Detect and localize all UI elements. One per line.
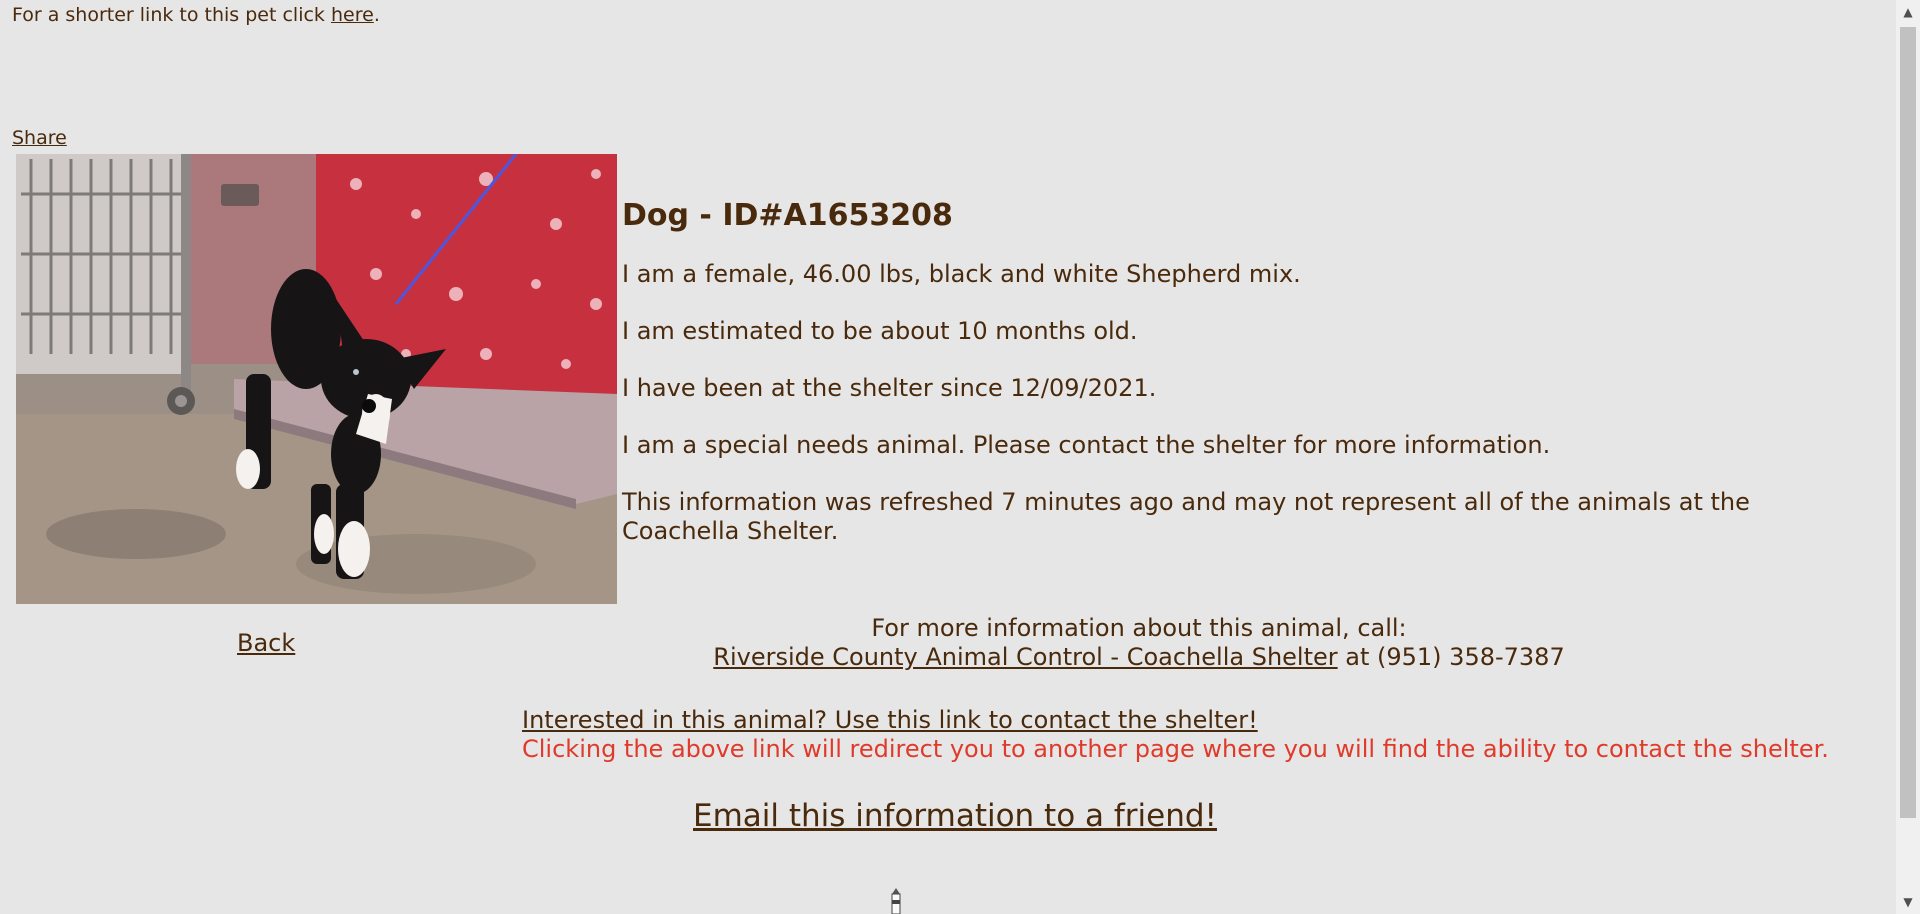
vertical-scrollbar[interactable]: ▲ ▼: [1896, 0, 1920, 914]
call-line: Riverside County Animal Control - Coache…: [713, 643, 1564, 672]
shortlink-text: For a shorter link to this pet click her…: [12, 4, 380, 26]
scrollbar-thumb[interactable]: [1900, 27, 1916, 818]
share-link[interactable]: Share: [12, 127, 67, 149]
shortlink-prefix: For a shorter link to this pet click: [12, 4, 331, 26]
detail-special-needs: I am a special needs animal. Please cont…: [622, 431, 1551, 459]
detail-refresh-note: This information was refreshed 7 minutes…: [622, 488, 1750, 545]
email-friend-link[interactable]: Email this information to a friend!: [693, 798, 1217, 834]
contact-shelter-link[interactable]: Interested in this animal? Use this link…: [522, 706, 1258, 734]
contact-redirect-note: Clicking the above link will redirect yo…: [522, 735, 1829, 763]
dog-photo-image: [16, 154, 617, 604]
shortlink-link[interactable]: here: [331, 4, 374, 26]
detail-age: I am estimated to be about 10 months old…: [622, 317, 1138, 345]
chevron-up-icon[interactable]: ▲: [1896, 0, 1920, 24]
detail-shelter-since: I have been at the shelter since 12/09/2…: [622, 374, 1157, 402]
call-heading: For more information about this animal, …: [871, 614, 1407, 642]
lighthouse-icon: [891, 888, 901, 914]
contact-section: Interested in this animal? Use this link…: [522, 706, 1829, 764]
shortlink-suffix: .: [373, 4, 380, 26]
shelter-link[interactable]: Riverside County Animal Control - Coache…: [713, 643, 1337, 671]
back-link[interactable]: Back: [237, 629, 295, 657]
call-info: For more information about this animal, …: [713, 614, 1564, 672]
animal-details: Dog - ID#A1653208 I am a female, 46.00 l…: [622, 198, 1772, 574]
animal-title: Dog - ID#A1653208: [622, 198, 953, 233]
detail-sex-weight-breed: I am a female, 46.00 lbs, black and whit…: [622, 260, 1301, 288]
dog-photo: [16, 154, 617, 604]
phone-text: at (951) 358-7387: [1337, 643, 1565, 671]
chevron-down-icon[interactable]: ▼: [1896, 890, 1920, 914]
